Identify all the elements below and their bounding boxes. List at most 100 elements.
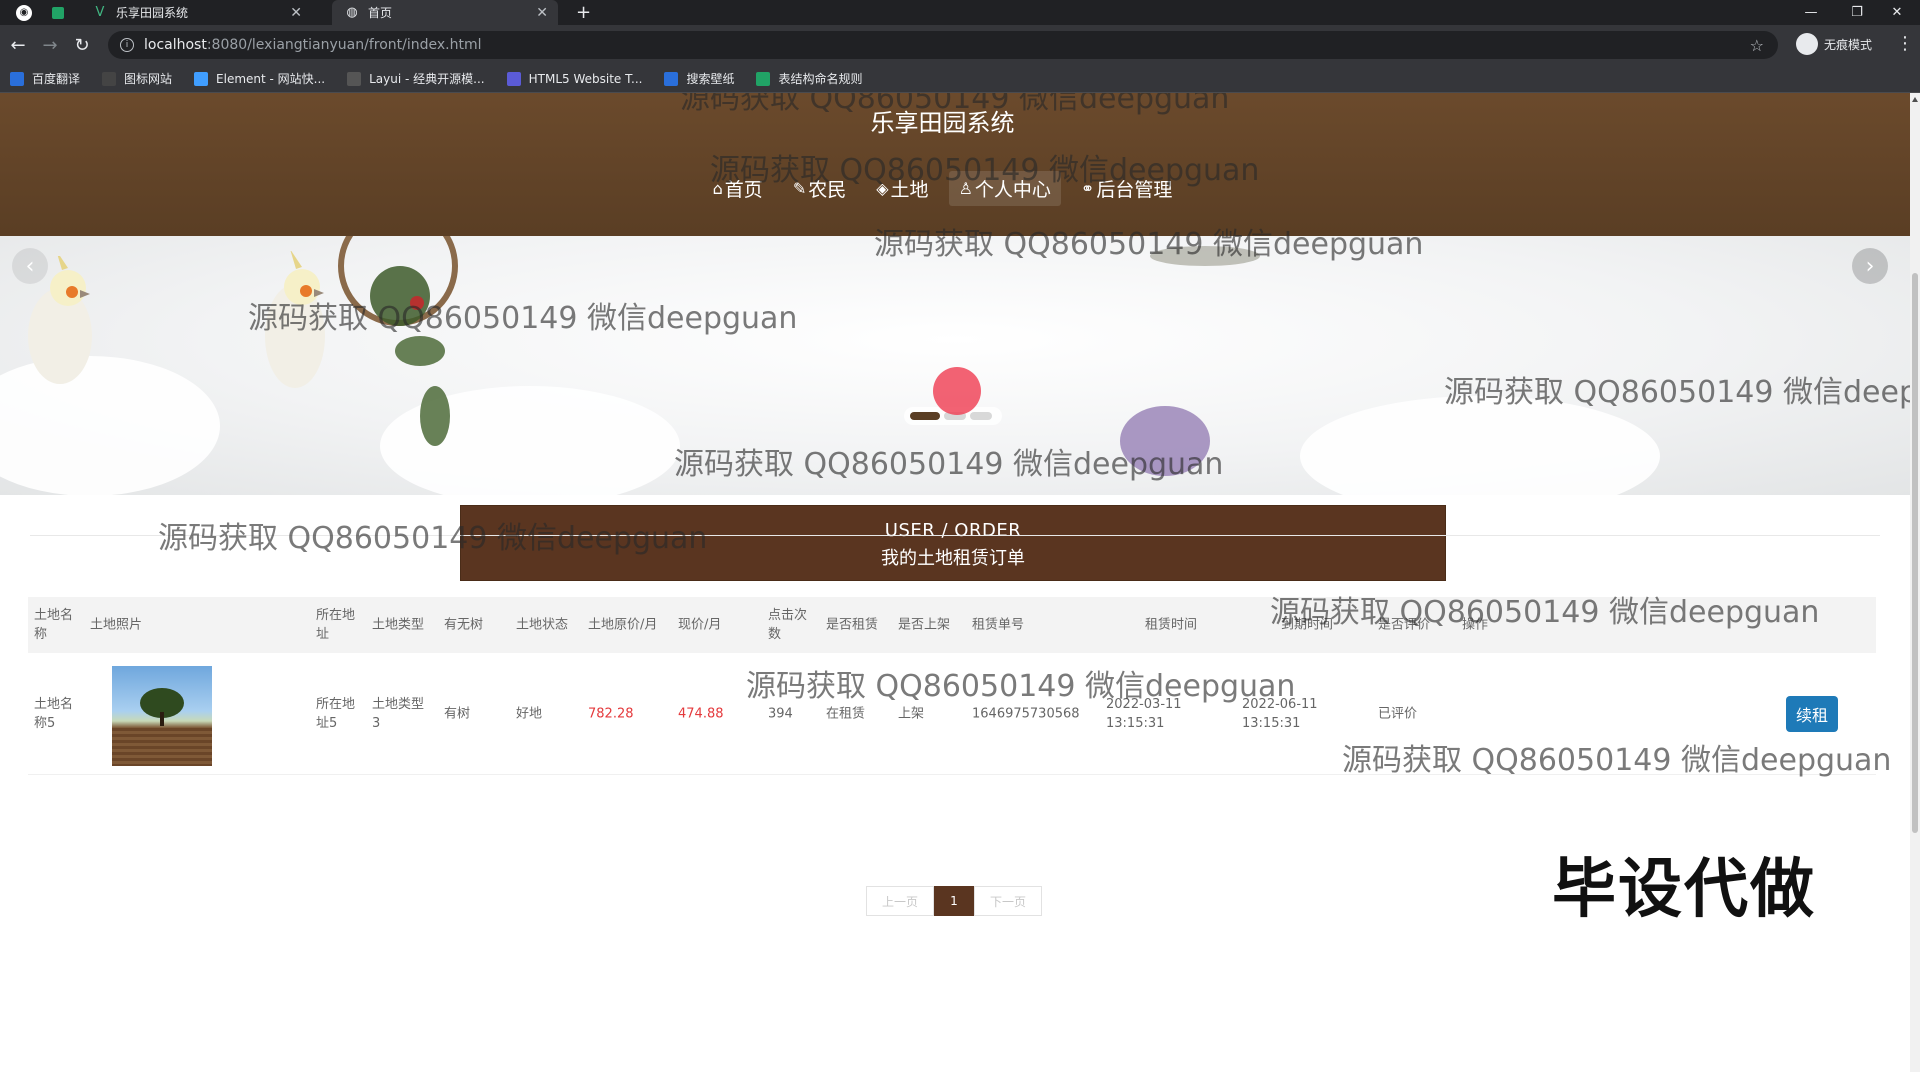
browser-tab-2[interactable]: ◍ 首页 ✕: [332, 0, 558, 25]
globe-icon: ◍: [346, 5, 358, 20]
bookmark-item[interactable]: 图标网站: [102, 70, 172, 87]
nav-label: 首页: [724, 179, 763, 201]
section-title-en: USER / ORDER: [884, 520, 1022, 541]
bookmark-favicon-icon: [756, 71, 771, 86]
table-cell-name: 土地名称5: [34, 696, 74, 731]
field-shape: [112, 728, 212, 766]
column-header: 租赁时间: [1144, 617, 1197, 633]
browser-logo-icon: ◉: [16, 4, 32, 21]
close-icon[interactable]: ✕: [536, 5, 548, 21]
incognito-indicator[interactable]: 无痕模式: [1796, 33, 1872, 55]
table-cell-order-no: 1646975730568: [972, 706, 1080, 721]
page-scrollbar[interactable]: [1910, 93, 1920, 1072]
bookmark-label: 搜索壁纸: [686, 72, 735, 86]
bookmark-label: HTML5 Website T...: [528, 71, 643, 86]
carousel-dot[interactable]: [970, 412, 992, 420]
layers-icon: ◈: [876, 179, 889, 198]
site-header: 乐享田园系统 ⌂ 首页 ✎ 农民 ◈ 土地 ♙ 个人中心 ⚭ 后台管理: [0, 93, 1910, 236]
url-host: localhost: [144, 37, 207, 53]
bookmark-item[interactable]: 表结构命名规则: [756, 70, 862, 87]
section-title-bar: USER / ORDER 我的土地租赁订单: [460, 505, 1446, 581]
new-tab-button[interactable]: +: [576, 2, 591, 23]
click-highlight: [933, 367, 981, 415]
bookmark-item[interactable]: 百度翻译: [10, 70, 80, 87]
table-cell-rented: 在租赁: [826, 706, 866, 721]
order-table: 土地名称 土地照片 所在地址 土地类型 有无树 土地状态 土地原价/月 现价/月 点击次数 是否租…: [28, 597, 1876, 775]
prev-page-button[interactable]: 上一页: [866, 886, 934, 916]
nav-item[interactable]: ⌂ 首页: [703, 171, 773, 206]
reload-icon[interactable]: ↻: [68, 31, 96, 59]
column-header: 是否评价: [1378, 617, 1431, 633]
bookmark-item[interactable]: HTML5 Website T...: [506, 71, 643, 86]
close-icon[interactable]: ✕: [290, 5, 302, 21]
carousel-dot[interactable]: [910, 412, 940, 420]
column-header: 现价/月: [678, 617, 722, 633]
bookmark-favicon-icon: [664, 71, 679, 86]
tab-title: 乐享田园系统: [116, 6, 189, 20]
next-page-button[interactable]: 下一页: [974, 886, 1042, 916]
table-row: 续租 土地名称5 所在地址5 土地类型3 有树 好地 782.28 474.88 394 在租赁…: [28, 653, 1876, 775]
column-header: 到期时间: [1280, 617, 1333, 633]
pagination: 上一页 1 下一页: [866, 886, 1042, 916]
nav-item[interactable]: ⚭ 后台管理: [1071, 171, 1182, 206]
column-header: 是否租赁: [826, 617, 879, 633]
nav-label: 个人中心: [974, 179, 1051, 201]
divider: [30, 535, 1880, 536]
bookmark-item[interactable]: Layui - 经典开源模...: [347, 70, 485, 87]
bookmark-label: 表结构命名规则: [778, 72, 863, 86]
table-cell-address: 所在地址5: [316, 696, 356, 731]
watermark-big-text: 毕设代做: [1552, 853, 1816, 927]
flower-bush-decoration: [1120, 406, 1210, 476]
url-input[interactable]: i localhost :8080/lexiangtianyuan/front/…: [108, 31, 1778, 59]
nav-item[interactable]: ♙ 个人中心: [948, 171, 1061, 206]
bookmark-label: Element - 网站快...: [216, 72, 326, 86]
nav-item[interactable]: ✎ 农民: [783, 171, 856, 206]
table-cell-listed: 上架: [898, 706, 925, 721]
bookmark-item[interactable]: 搜索壁纸: [664, 70, 734, 87]
table-cell-status: 好地: [516, 706, 543, 721]
table-header: 土地名称 土地照片 所在地址 土地类型 有无树 土地状态 土地原价/月 现价/月 点击次数 是否租…: [28, 597, 1876, 653]
bookmark-item[interactable]: Element - 网站快...: [194, 70, 325, 87]
bookmark-star-icon[interactable]: ☆: [1750, 36, 1764, 55]
forward-icon[interactable]: →: [36, 31, 64, 59]
page-number-button[interactable]: 1: [934, 886, 974, 916]
carousel-next-button[interactable]: ›: [1852, 248, 1888, 284]
column-header: 土地状态: [516, 617, 569, 633]
branch-decoration: [1150, 246, 1260, 266]
back-icon[interactable]: ←: [4, 31, 32, 59]
bookmark-label: 图标网站: [124, 72, 173, 86]
minimize-icon[interactable]: —: [1788, 0, 1834, 25]
column-header: 有无树: [444, 617, 484, 633]
more-menu-icon[interactable]: ⋮: [1896, 33, 1914, 54]
bookmark-label: 百度翻译: [32, 72, 81, 86]
incognito-label: 无痕模式: [1824, 37, 1873, 52]
land-photo: [112, 666, 212, 766]
table-cell-original-price: 782.28: [588, 706, 634, 721]
bookmark-favicon-icon: [347, 71, 362, 86]
banner-carousel: ‹ ›: [0, 236, 1910, 495]
bookmark-favicon-icon: [102, 71, 117, 86]
cloud-shape: [1300, 396, 1660, 495]
scroll-up-icon[interactable]: [1912, 97, 1918, 102]
table-cell-type: 土地类型3: [372, 696, 425, 731]
nav-item[interactable]: ◈ 土地: [866, 171, 938, 206]
bookmarks-bar: 百度翻译 图标网站 Element - 网站快... Layui - 经典开源模...…: [0, 65, 1920, 93]
vue-icon: V: [95, 5, 105, 20]
column-header: 土地类型: [372, 617, 425, 633]
vine-decoration: [370, 266, 430, 326]
bookmark-favicon-icon: [506, 71, 521, 86]
renew-button[interactable]: 续租: [1786, 696, 1838, 732]
user-icon: ♙: [958, 179, 973, 198]
tab-title: 首页: [368, 6, 393, 20]
address-bar: ← → ↻ i localhost :8080/lexiangtianyuan/…: [0, 25, 1920, 65]
browser-tab-1[interactable]: V 乐享田园系统 ✕: [92, 0, 312, 25]
carousel-prev-button[interactable]: ‹: [12, 248, 48, 284]
window-close-icon[interactable]: ✕: [1874, 0, 1920, 25]
page-viewport: 乐享田园系统 ⌂首页 ✎农民 ◈土地 ♙个人中心 ⚭后台管理 ‹ ›: [0, 93, 1910, 1072]
column-header: 点击次数: [768, 608, 808, 642]
info-icon[interactable]: i: [120, 38, 134, 52]
main-nav: ⌂ 首页 ✎ 农民 ◈ 土地 ♙ 个人中心 ⚭ 后台管理: [0, 171, 1885, 206]
column-header: 是否上架: [898, 617, 951, 633]
scrollbar-thumb[interactable]: [1912, 273, 1918, 833]
app-icon[interactable]: [52, 6, 64, 19]
